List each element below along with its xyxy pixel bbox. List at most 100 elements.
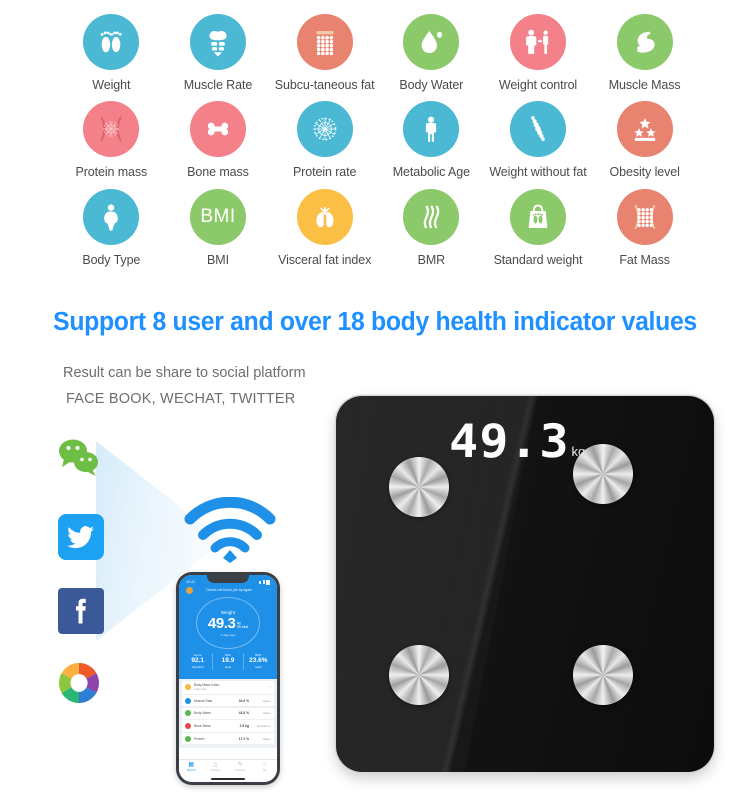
- scale-bag-icon: [509, 188, 566, 245]
- wifi-icon: [184, 496, 276, 563]
- metric-dot-icon: [185, 723, 191, 730]
- metric-name-group: Body Mass Index 4 days ago: [194, 683, 229, 691]
- footprints-icon: [83, 14, 140, 70]
- phone-notch: [207, 575, 249, 583]
- electrode-top-right: [573, 444, 633, 504]
- feature-item-protein-rate: Protein rate: [271, 101, 378, 179]
- list-item[interactable]: Body Mass Index 4 days ago ^: [182, 680, 274, 694]
- app-header-title: Device not found, pls try again: [206, 588, 252, 593]
- stat-cell: BFR 23.6% Ideal: [244, 653, 273, 670]
- list-item[interactable]: Body Water 43.8 % Ideal ›: [182, 707, 274, 719]
- feature-item-metabolic-age: Metabolic Age: [378, 101, 485, 179]
- feature-item-bone-mass: Bone mass: [165, 101, 272, 179]
- metric-dot-icon: [185, 710, 191, 717]
- battery-icon: [266, 579, 270, 585]
- feature-label: Obesity level: [609, 165, 680, 180]
- headline-text: Support 8 user and over 18 body health i…: [53, 308, 697, 336]
- phone-mockup: 10:41 Device not found, pls try again ⋯ …: [176, 572, 280, 785]
- feature-label: Protein mass: [75, 165, 148, 180]
- menu-icon[interactable]: ⋯: [265, 588, 270, 593]
- nav-label: Me: [262, 769, 267, 772]
- stat-sub: Standard: [191, 664, 204, 669]
- metric-name-group: Body Water: [194, 711, 229, 715]
- dial-value-row: 49.3 kg 59 total: [208, 616, 248, 631]
- stat-cell: BMI 19.9 Ideal: [213, 653, 244, 670]
- feature-label: Visceral fat index: [278, 252, 372, 267]
- metric-dot-icon: [185, 735, 191, 742]
- feature-item-standard-weight: Standard weight: [485, 188, 592, 267]
- stat-name: Score: [193, 653, 202, 657]
- fat-mass-icon: [616, 188, 673, 245]
- feature-label: Protein rate: [292, 165, 357, 180]
- feature-item-weight-control: Weight control: [485, 14, 592, 92]
- home-indicator: [211, 777, 245, 780]
- list-item[interactable]: Muscle Rate 34.5 % Ideal ›: [182, 695, 274, 707]
- electrode-bottom-right: [573, 645, 633, 705]
- feature-item-body-water: Body Water: [378, 14, 485, 92]
- aperture-icon[interactable]: [56, 660, 102, 706]
- share-line-1: Result can be share to social platform: [63, 365, 306, 381]
- metric-name: Protein: [194, 736, 205, 741]
- metric-tag: Ideal ›: [262, 736, 271, 741]
- feature-label: Bone mass: [187, 165, 249, 180]
- dial-unit: kg 59 total: [237, 621, 248, 631]
- scale-weight-value: 49.3: [448, 414, 570, 468]
- feature-item-obesity-level: Obesity level: [591, 101, 698, 179]
- feature-item-protein-mass: Protein mass: [58, 101, 165, 179]
- status-icons: [259, 579, 270, 585]
- twitter-icon[interactable]: [58, 514, 104, 560]
- nav-icon-measure: △: [213, 762, 219, 768]
- metric-name: Muscle Rate: [194, 698, 213, 703]
- bone-icon: [189, 101, 246, 158]
- metric-name-group: Bone Mass: [194, 724, 229, 728]
- metric-tag: Excellent ›: [257, 724, 272, 729]
- share-line-2: FACE BOOK, WECHAT, TWITTER: [66, 391, 296, 407]
- weight-dial: Weight 49.3 kg 59 total 4 days ago: [196, 597, 260, 649]
- metric-name: Body Mass Index: [194, 683, 220, 688]
- metrics-list: Body Mass Index 4 days ago ^ Muscle Rate 34.…: [179, 678, 277, 748]
- feature-label: Standard weight: [493, 252, 583, 267]
- metric-tag: ^: [269, 685, 271, 690]
- facebook-icon[interactable]: [58, 588, 104, 634]
- water-drop-icon: [403, 14, 460, 70]
- nav-item-discover[interactable]: ✎ Discover: [228, 762, 253, 772]
- protein-ring-icon: [296, 101, 353, 158]
- lungs-icon: [296, 188, 353, 245]
- dial-weight-value: 49.3: [207, 614, 236, 632]
- feature-label: Fat Mass: [619, 252, 670, 267]
- protein-cell-icon: [83, 101, 140, 158]
- feature-label: Metabolic Age: [392, 165, 470, 180]
- feature-label: Weight without fat: [489, 165, 587, 180]
- feature-item-visceral-fat-index: Visceral fat index: [271, 188, 378, 267]
- nav-icon-record: ▦: [188, 762, 195, 768]
- nav-item-measure[interactable]: △ Measure: [204, 762, 229, 772]
- dial-timestamp: 4 days ago: [220, 632, 236, 637]
- flame-waves-icon: [403, 188, 460, 245]
- feature-label: Muscle Rate: [183, 78, 253, 92]
- avatar[interactable]: [186, 587, 193, 594]
- feature-item-fat-mass: Fat Mass: [591, 188, 698, 267]
- nav-item-record[interactable]: ▦ Record: [179, 762, 204, 772]
- feature-label: Weight control: [498, 78, 578, 92]
- metric-value: 17.2 %: [238, 736, 249, 741]
- dial-sub-unit: 59 total: [236, 624, 249, 629]
- list-item[interactable]: Bone Mass 2.5 kg Excellent ›: [182, 720, 274, 732]
- feature-label: BMI: [207, 252, 229, 267]
- stars-level-icon: [616, 101, 673, 158]
- stat-sub: Ideal: [255, 664, 262, 669]
- feature-item-body-type: Body Type: [58, 188, 165, 267]
- fat-cells-icon: [296, 14, 353, 70]
- list-item[interactable]: Protein 17.2 % Ideal ›: [182, 733, 274, 745]
- bmi-text-icon: BMI: [189, 188, 246, 245]
- feature-item-bmr: BMR: [378, 188, 485, 267]
- nav-icon-discover: ✎: [237, 762, 243, 768]
- app-header-section: 10:41 Device not found, pls try again ⋯ …: [179, 575, 277, 679]
- nav-label: Record: [187, 769, 196, 772]
- wechat-icon[interactable]: [56, 436, 102, 482]
- feature-item-weight-without-fat: Weight without fat: [485, 101, 592, 179]
- person-shape-icon: [83, 188, 140, 245]
- metric-name-group: Muscle Rate: [194, 699, 229, 703]
- nav-item-me[interactable]: ○ Me: [253, 762, 278, 772]
- feature-item-muscle-rate: Muscle Rate: [165, 14, 272, 92]
- stat-sub: Ideal: [224, 664, 232, 669]
